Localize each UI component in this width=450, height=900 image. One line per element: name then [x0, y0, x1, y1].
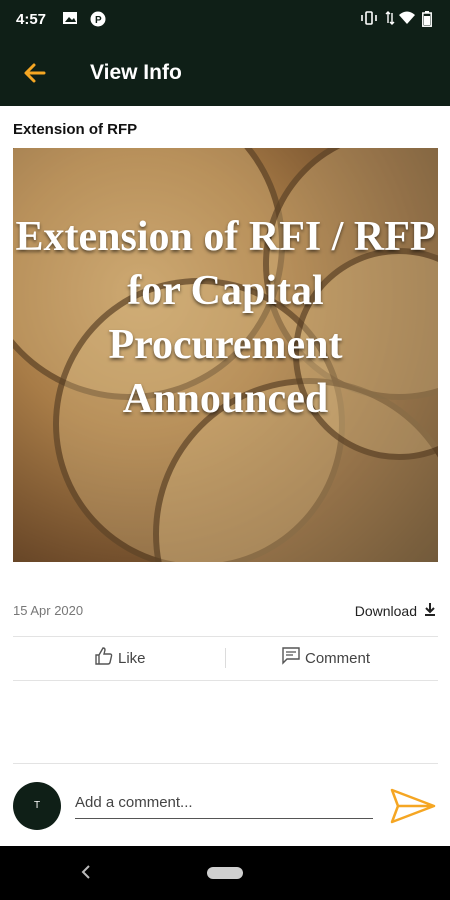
- arrow-left-icon[interactable]: [22, 60, 48, 86]
- action-divider: [225, 648, 226, 668]
- comment-label: Comment: [305, 649, 371, 667]
- thumbs-up-icon: [95, 647, 113, 669]
- image-icon: [62, 11, 78, 28]
- divider-line: [13, 636, 438, 637]
- send-icon[interactable]: [390, 788, 436, 824]
- comment-composer: T: [0, 764, 450, 844]
- battery-icon: [422, 11, 432, 30]
- download-button[interactable]: Download: [355, 602, 437, 619]
- post-title: Extension of RFP: [13, 121, 138, 138]
- download-icon: [423, 602, 437, 619]
- page-title: View Info: [90, 61, 182, 84]
- avatar: T: [13, 782, 61, 830]
- parking-icon: P: [90, 11, 106, 30]
- post-date: 15 Apr 2020: [13, 603, 84, 618]
- nav-home-pill[interactable]: [207, 867, 243, 879]
- status-time: 4:57: [16, 11, 47, 28]
- like-label: Like: [118, 649, 146, 667]
- comment-icon: [282, 647, 300, 669]
- divider-line: [13, 680, 438, 681]
- like-button[interactable]: Like: [95, 647, 146, 669]
- vibrate-icon: [360, 11, 378, 28]
- nav-back-icon[interactable]: [80, 863, 92, 884]
- comment-input[interactable]: [75, 786, 373, 819]
- data-icon: [385, 11, 395, 28]
- system-nav-bar: [0, 846, 450, 900]
- svg-text:P: P: [95, 15, 102, 26]
- status-bar: 4:57 P: [0, 0, 450, 40]
- download-label: Download: [354, 602, 417, 619]
- app-bar: View Info: [0, 40, 450, 106]
- post-image-caption: Extension of RFI / RFP for Capital Procu…: [15, 214, 436, 422]
- post-image[interactable]: Extension of RFI / RFP for Capital Procu…: [13, 148, 438, 562]
- comment-button[interactable]: Comment: [282, 647, 370, 669]
- wifi-icon: [398, 11, 416, 28]
